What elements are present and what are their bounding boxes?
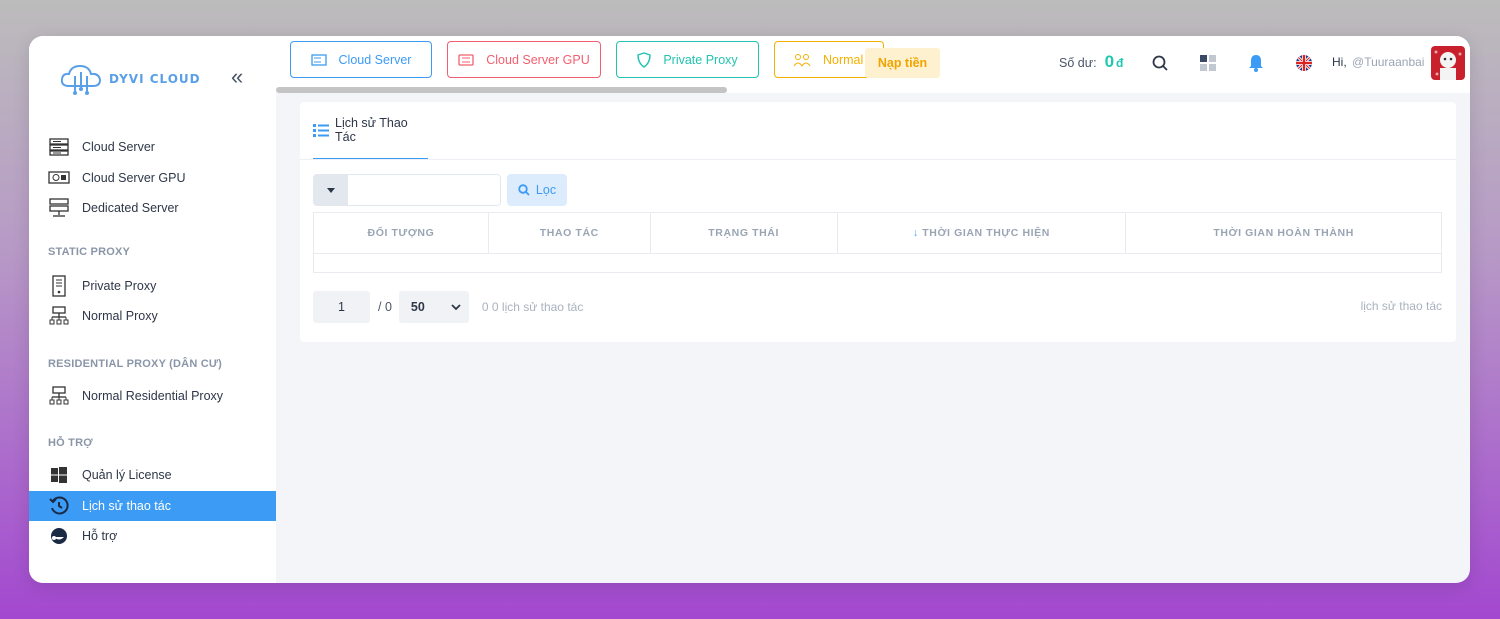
sidebar-item-normal-proxy[interactable]: Normal Proxy [29, 301, 276, 332]
column-header-execution-time[interactable]: ↓ THỜI GIAN THỰC HIỆN [836, 212, 1127, 254]
logo[interactable]: DYVI CLOUD [59, 62, 201, 96]
page-size-select[interactable]: 50 [398, 291, 469, 323]
shield-icon [637, 51, 652, 68]
tab-label: Lịch sử Thao Tác [335, 116, 408, 144]
sidebar: DYVI CLOUD « Cloud Server Cloud Server G… [29, 36, 276, 583]
chevron-down-icon [451, 304, 461, 310]
search-icon[interactable] [1149, 52, 1171, 74]
sidebar-item-history[interactable]: Lịch sử thao tác [29, 490, 276, 521]
people-icon [793, 53, 811, 67]
sidebar-item-label: Lịch sử thao tác [82, 498, 171, 513]
pagination: / 0 50 0 0 lịch sử thao tác [313, 291, 583, 323]
server-icon [310, 53, 327, 66]
sidebar-item-cloud-server-gpu[interactable]: Cloud Server GPU [29, 163, 276, 194]
filter-dropdown[interactable] [313, 174, 348, 206]
balance-amount: 0 [1104, 52, 1115, 71]
tab-private-proxy[interactable]: Private Proxy [616, 41, 759, 78]
history-icon [48, 495, 70, 517]
sidebar-item-normal-residential-proxy[interactable]: Normal Residential Proxy [29, 381, 276, 412]
filter-input[interactable] [348, 174, 501, 206]
column-header-completion-time[interactable]: THỜI GIAN HOÀN THÀNH [1125, 212, 1442, 254]
sidebar-item-cloud-server[interactable]: Cloud Server [29, 132, 276, 163]
sidebar-item-label: Normal Proxy [82, 309, 158, 324]
column-header-action[interactable]: THAO TÁC [487, 212, 651, 254]
sidebar-item-label: Normal Residential Proxy [82, 388, 224, 403]
list-icon [313, 123, 329, 137]
network-icon [48, 385, 70, 407]
page-number-input[interactable] [313, 291, 370, 323]
sidebar-item-dedicated-server[interactable]: Dedicated Server [29, 193, 276, 224]
column-header-label: THỜI GIAN THỰC HIỆN [922, 227, 1050, 239]
apps-grid-icon[interactable] [1197, 52, 1219, 74]
user-greeting: Hi, @Tuuraanbai [1332, 55, 1424, 69]
record-count: 0 0 lịch sử thao tác [481, 300, 584, 314]
history-table: ĐỐI TƯỢNG THAO TÁC TRẠNG THÁI ↓ THỜI GIA… [313, 212, 1442, 273]
gpu-icon [458, 53, 474, 66]
balance: Số dư: 0đ [1059, 52, 1123, 72]
sort-desc-icon: ↓ [912, 227, 919, 239]
network-icon [48, 305, 70, 327]
filter-button-label: Lọc [535, 183, 557, 197]
bell-icon[interactable] [1245, 52, 1267, 74]
windows-icon [48, 464, 70, 486]
logo-text: DYVI CLOUD [109, 72, 201, 86]
tab-label: Private Proxy [663, 52, 738, 67]
balance-value: 0đ [1105, 52, 1124, 72]
caret-down-icon [326, 187, 335, 193]
table-empty-row [313, 253, 1442, 273]
greeting-text: Hi, [1332, 55, 1347, 69]
app-window: DYVI CLOUD « Cloud Server Cloud Server G… [29, 36, 1470, 583]
gpu-card-icon [48, 167, 70, 189]
filter-button[interactable]: Lọc [507, 174, 567, 206]
sidebar-item-label: Quản lý License [82, 468, 172, 483]
topbar: Cloud Server Cloud Server GPU Private Pr… [276, 36, 1470, 93]
tab-label: Cloud Server GPU [486, 52, 590, 67]
search-icon [518, 184, 530, 196]
tab-cloud-server[interactable]: Cloud Server [290, 41, 432, 78]
sidebar-item-label: Hỗ trợ [82, 529, 118, 544]
username: @Tuuraanbai [1352, 55, 1425, 69]
tabs-scrollbar[interactable] [276, 87, 727, 93]
section-title-residential-proxy: RESIDENTIAL PROXY (DÂN CƯ) [48, 357, 223, 370]
card-divider [300, 159, 1456, 160]
sidebar-item-label: Private Proxy [82, 278, 157, 293]
section-title-static-proxy: STATIC PROXY [48, 245, 131, 258]
tab-label: Cloud Server [338, 52, 412, 67]
headset-icon [48, 525, 70, 547]
column-header-object[interactable]: ĐỐI TƯỢNG [313, 212, 489, 254]
history-card: Lịch sử Thao Tác Lọc ĐỐI TƯỢNG THAO TÁC … [300, 102, 1456, 342]
records-label: lịch sử thao tác [1360, 299, 1442, 313]
sidebar-item-label: Dedicated Server [82, 201, 179, 216]
page-size-value: 50 [410, 300, 425, 314]
sidebar-nav: Cloud Server Cloud Server GPU Dedicated … [29, 132, 276, 552]
sidebar-item-support[interactable]: Hỗ trợ [29, 521, 276, 552]
cloud-logo-icon [60, 64, 102, 95]
tab-cloud-server-gpu[interactable]: Cloud Server GPU [447, 41, 601, 78]
tab-action-history[interactable]: Lịch sử Thao Tác [313, 102, 428, 160]
currency-symbol: đ [1116, 56, 1124, 70]
sidebar-item-license[interactable]: Quản lý License [29, 460, 276, 491]
tower-icon [48, 275, 70, 297]
sidebar-item-private-proxy[interactable]: Private Proxy [29, 271, 276, 302]
avatar[interactable] [1431, 46, 1465, 80]
collapse-sidebar-icon[interactable]: « [231, 66, 243, 88]
balance-label: Số dư: [1059, 56, 1097, 70]
page-total: / 0 [378, 300, 392, 314]
uk-flag-icon[interactable] [1293, 52, 1315, 74]
section-title-support: HỖ TRỢ [48, 437, 93, 449]
table-empty-cell [313, 253, 1442, 273]
column-header-status[interactable]: TRẠNG THÁI [649, 212, 838, 254]
server-rack-icon [48, 136, 70, 158]
dedicated-server-icon [48, 197, 70, 219]
sidebar-item-label: Cloud Server GPU [82, 170, 186, 185]
topup-button[interactable]: Nạp tiền [865, 48, 940, 78]
sidebar-item-label: Cloud Server [82, 140, 155, 155]
